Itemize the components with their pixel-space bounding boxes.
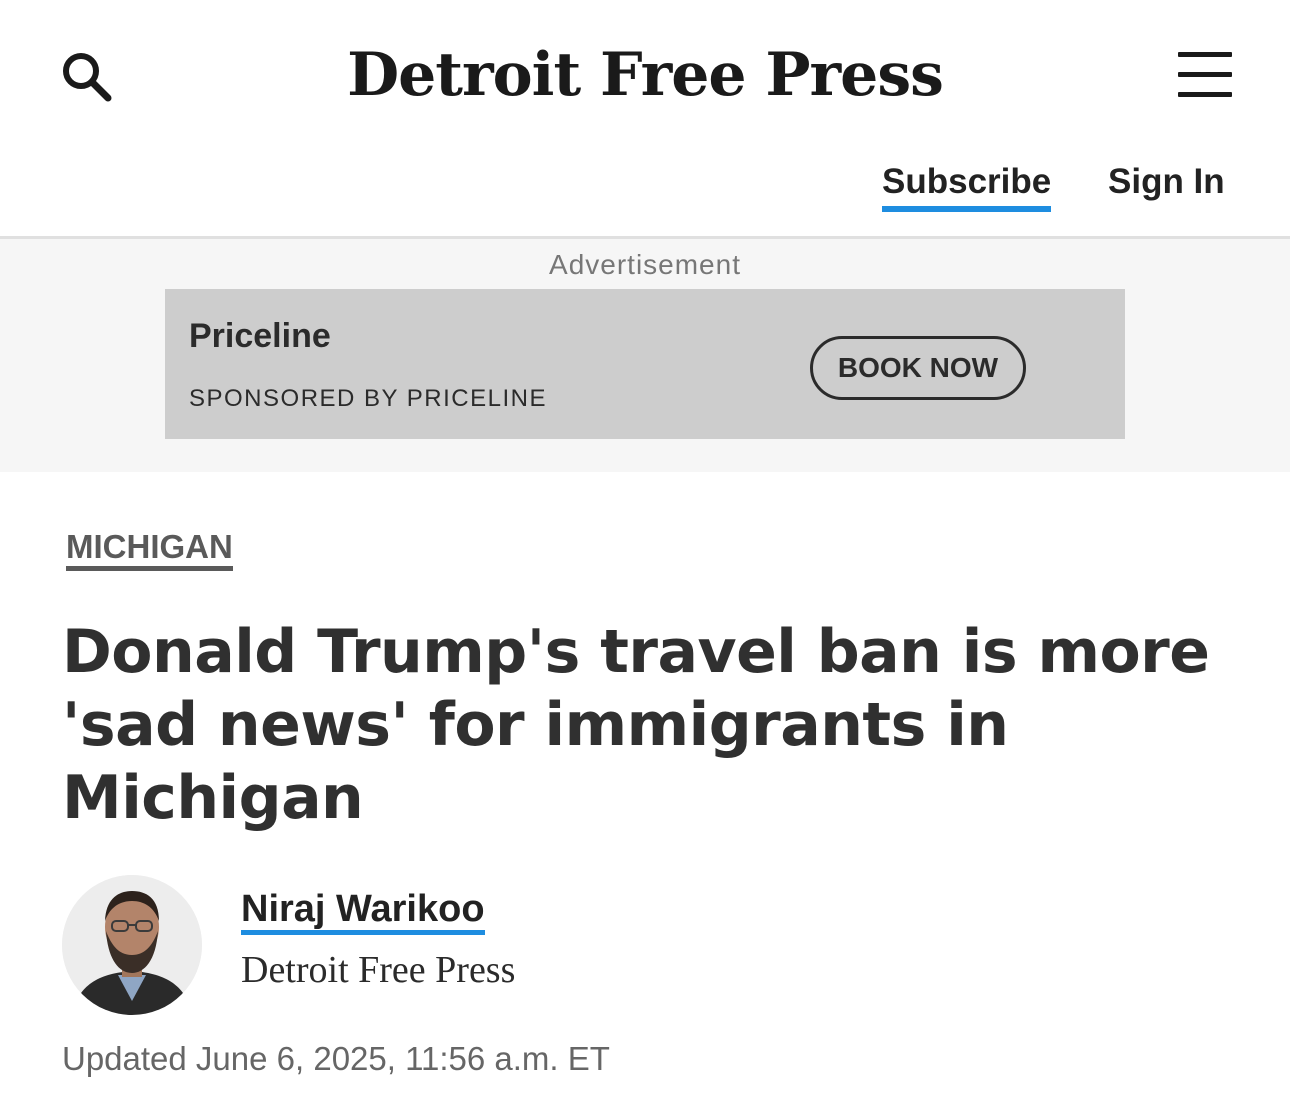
article-headline: Donald Trump's travel ban is more 'sad n…	[62, 617, 1210, 833]
section-tag-michigan[interactable]: MICHIGAN	[66, 528, 233, 571]
author-avatar[interactable]	[62, 875, 202, 1015]
search-icon	[63, 53, 112, 102]
ad-sponsor-text: SPONSORED BY PRICELINE	[189, 385, 547, 412]
updated-timestamp: Updated June 6, 2025, 11:56 a.m. ET	[62, 1040, 610, 1077]
hamburger-menu-icon-bar	[1178, 92, 1232, 97]
author-name-link[interactable]: Niraj Warikoo	[241, 888, 485, 935]
sign-in-link[interactable]: Sign In	[1108, 162, 1225, 202]
sponsored-ad[interactable]: Priceline SPONSORED BY PRICELINE BOOK NO…	[165, 289, 1125, 439]
subscribe-link[interactable]: Subscribe	[882, 162, 1052, 212]
site-logo[interactable]: Detroit Free Press	[345, 30, 945, 120]
author-photo	[62, 875, 202, 1015]
author-publication: Detroit Free Press	[241, 949, 516, 991]
site-header: Detroit Free Press Subscribe Sign In	[0, 0, 1290, 236]
ad-brand: Priceline	[189, 317, 331, 355]
page: Detroit Free Press Subscribe Sign In Adv…	[0, 0, 1290, 1111]
menu-button[interactable]	[1172, 48, 1238, 100]
book-now-button[interactable]: BOOK NOW	[810, 336, 1026, 400]
search-button[interactable]	[56, 46, 116, 106]
advertisement-area: Advertisement Priceline SPONSORED BY PRI…	[0, 236, 1290, 472]
advertisement-label: Advertisement	[549, 249, 741, 280]
hamburger-menu-icon-bar	[1178, 72, 1232, 77]
hamburger-menu-icon	[1178, 52, 1232, 57]
